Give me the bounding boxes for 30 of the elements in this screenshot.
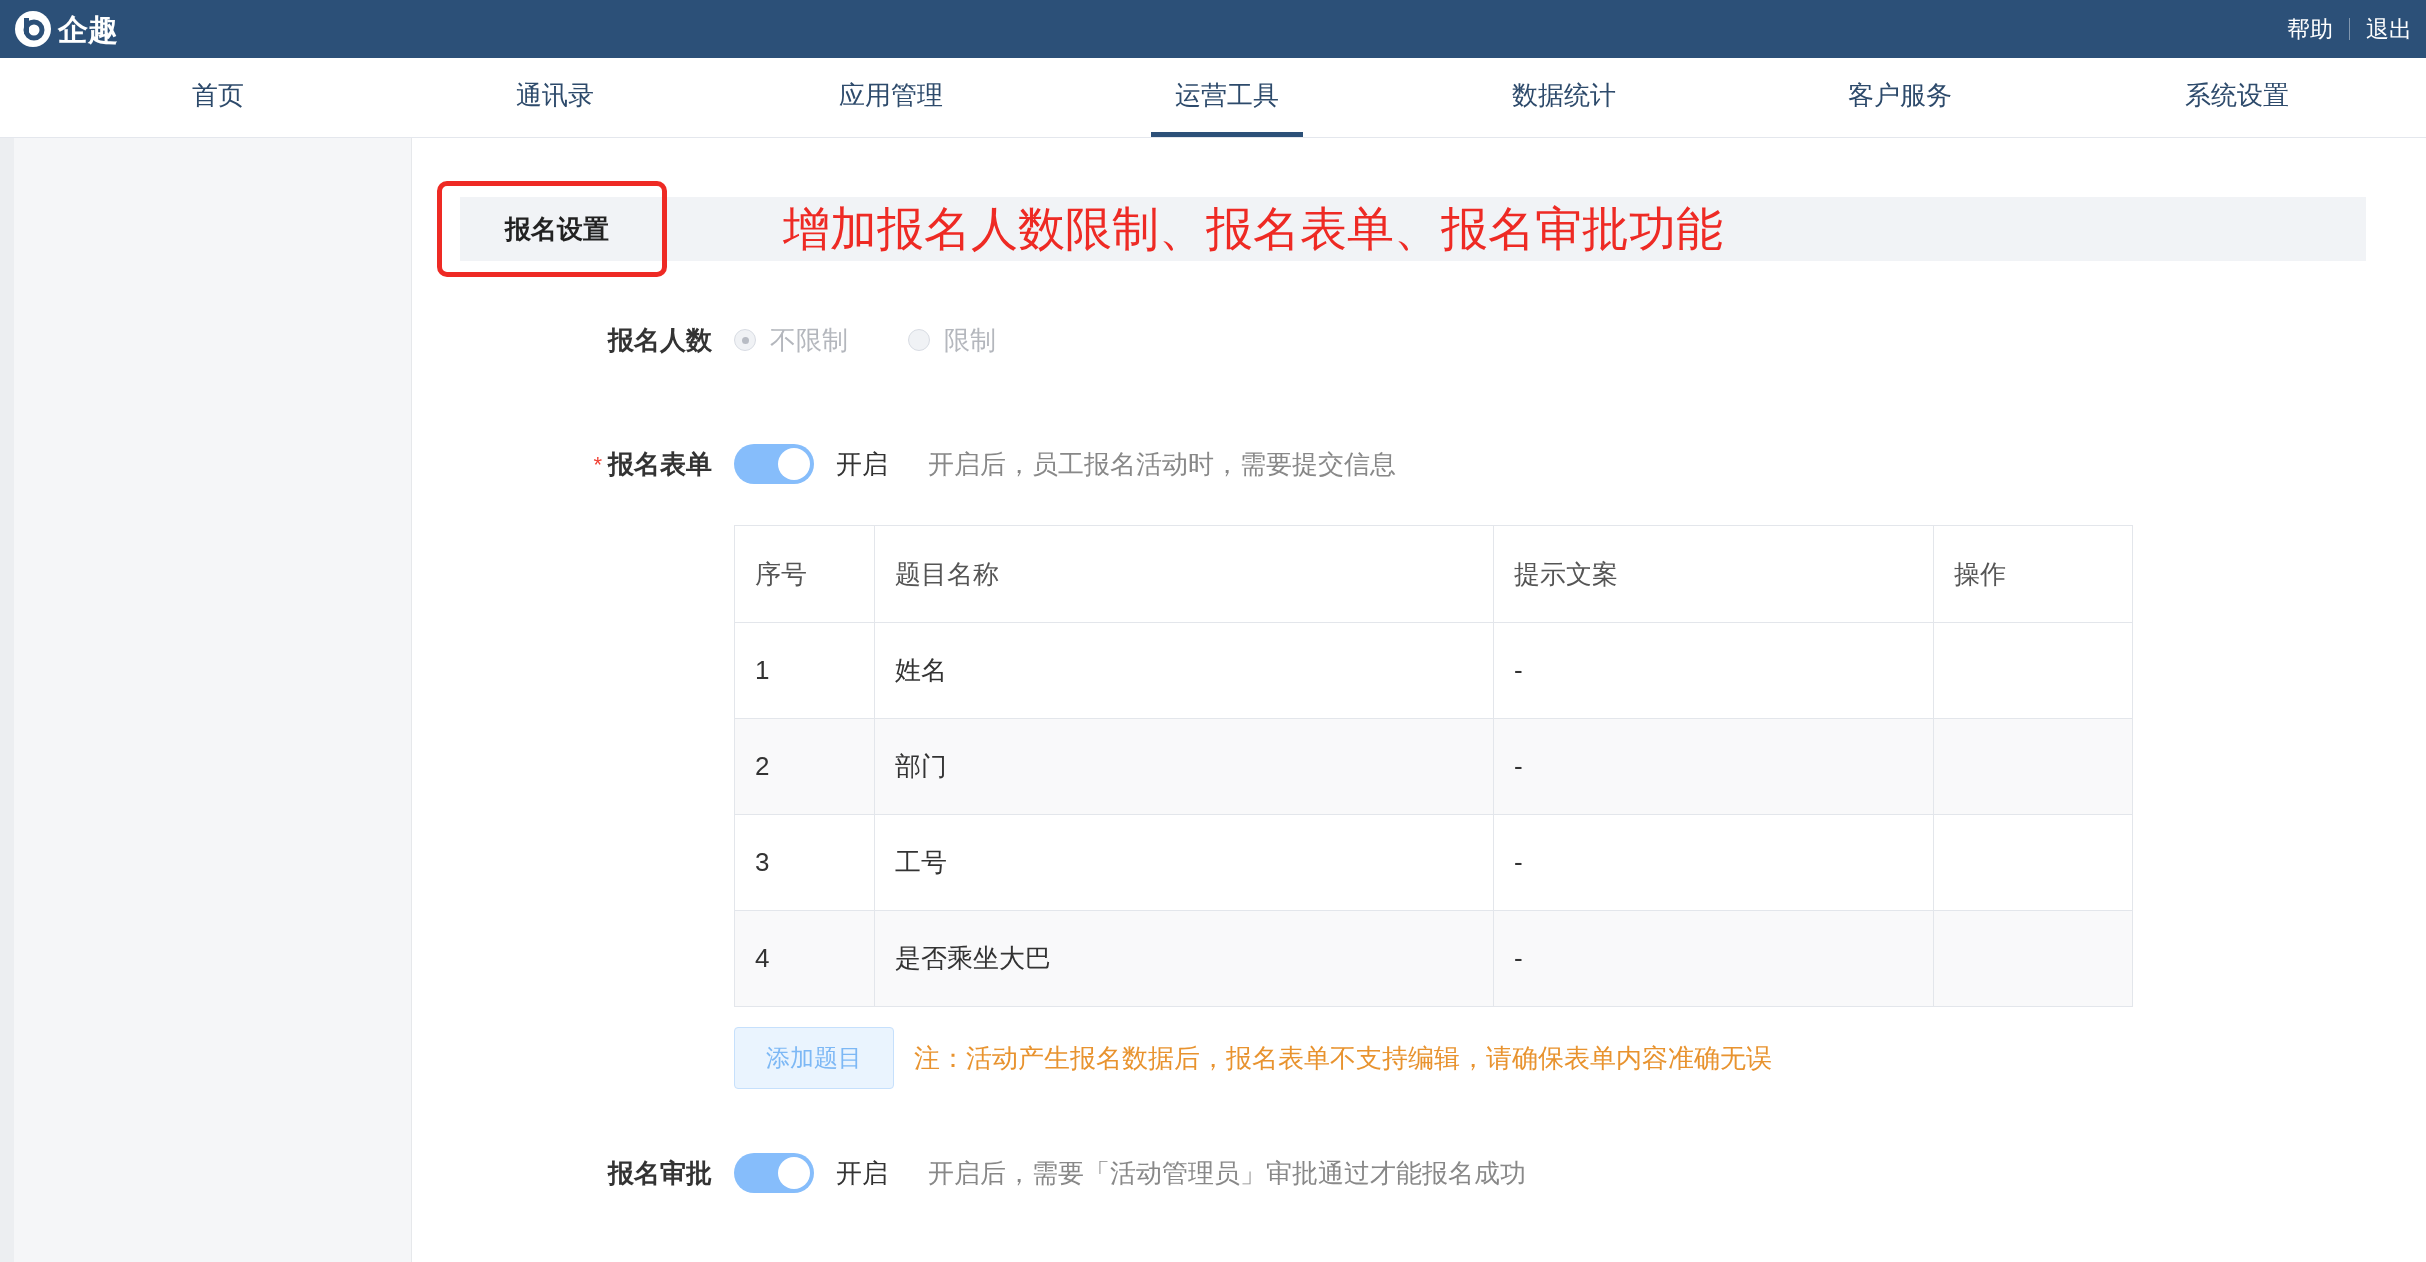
nav-tab[interactable]: 应用管理	[815, 58, 968, 137]
app-name: 企趣	[58, 11, 118, 48]
table-cell: -	[1494, 911, 1934, 1006]
section-title: 报名设置	[505, 212, 609, 246]
radio-option: 不限制	[734, 320, 848, 360]
field-label: 报名人数	[608, 323, 712, 357]
field-label: 报名表单	[608, 447, 712, 481]
toggle-label: 开启	[836, 1156, 888, 1190]
required-asterisk: *	[593, 450, 602, 479]
radio-option: 限制	[908, 320, 996, 360]
note-text: 注：活动产生报名数据后，报名表单不支持编辑，请确保表单内容准确无误	[914, 1041, 1772, 1075]
logo-icon	[14, 10, 52, 48]
nav-tab[interactable]: 客户服务	[1824, 58, 1977, 137]
hint-text: 开启后，员工报名活动时，需要提交信息	[928, 447, 1396, 481]
annotation-text: 增加报名人数限制、报名表单、报名审批功能	[783, 200, 1723, 257]
toggle-label: 开启	[836, 447, 888, 481]
nav-tab[interactable]: 首页	[168, 58, 269, 137]
header-link[interactable]: 帮助	[2287, 11, 2333, 47]
table-cell: 4	[735, 911, 875, 1006]
table-cell: 是否乘坐大巴	[875, 911, 1494, 1006]
field-label: 报名审批	[608, 1156, 712, 1190]
nav-tab[interactable]: 系统设置	[2160, 58, 2313, 137]
toggle-switch[interactable]	[734, 444, 814, 484]
nav-tab[interactable]: 通讯录	[491, 58, 618, 137]
column-header: 操作	[1953, 557, 2007, 591]
header-link[interactable]: 退出	[2366, 11, 2412, 47]
toggle-switch[interactable]	[734, 1153, 814, 1193]
hint-text: 开启后，需要「活动管理员」审批通过才能报名成功	[928, 1156, 1526, 1190]
nav-tab[interactable]: 运营工具	[1151, 58, 1304, 137]
nav-tab[interactable]: 数据统计	[1487, 58, 1640, 137]
